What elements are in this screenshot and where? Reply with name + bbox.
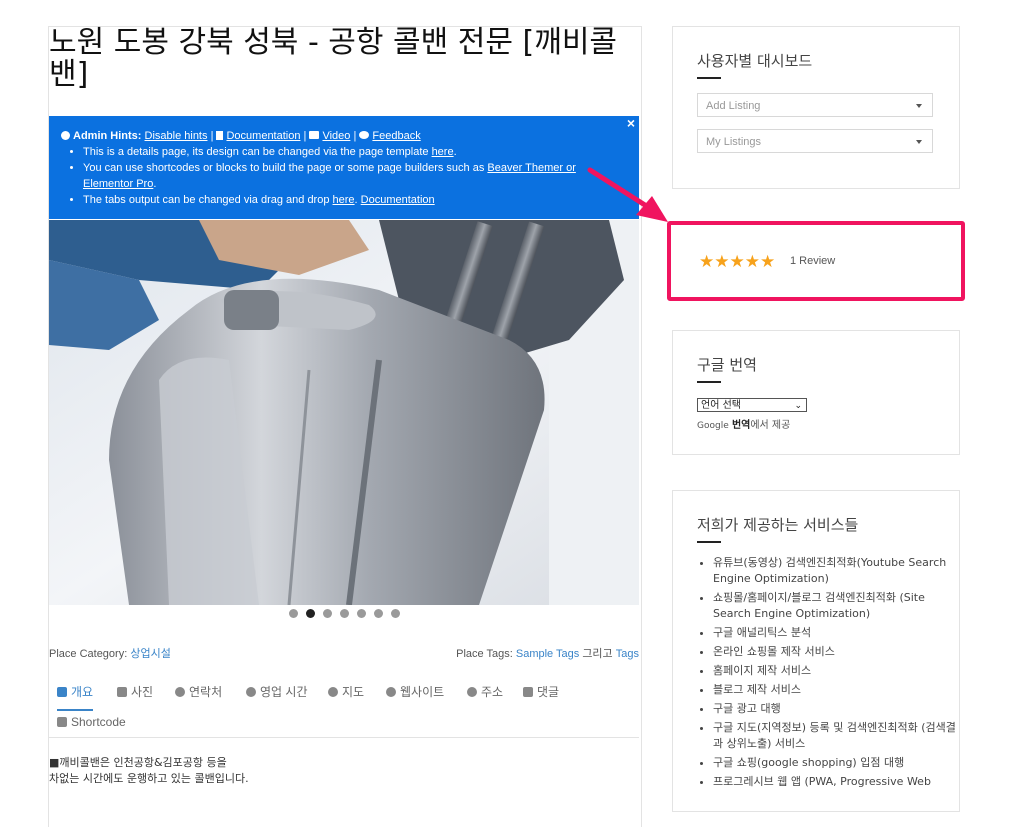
video-link[interactable]: Video [322,130,350,142]
slider-dot[interactable] [373,609,383,618]
slider-dot[interactable] [356,609,366,618]
slider-dots [49,608,639,618]
list-item: 구글 애널리틱스 분석 [713,625,963,641]
category-link[interactable]: 상업시설 [130,648,170,660]
hint-item: The tabs output can be changed via drag … [83,192,603,208]
description-line: ■깨비콜밴은 인천공항&김포공항 등을 [49,756,227,769]
star-icon: ★ [760,252,776,272]
hint-item: This is a details page, its design can b… [83,144,603,160]
add-listing-select[interactable]: Add Listing [697,93,933,117]
list-item: 구글 쇼핑(google shopping) 입점 대행 [713,755,963,771]
tab-hours[interactable]: 영업 시간 [246,683,308,709]
comments-icon [523,687,533,697]
listing-description: ■깨비콜밴은 인천공항&김포공항 등을 차없는 시간에도 운행하고 있는 콜밴입… [49,755,639,787]
chevron-down-icon: ⌄ [794,401,802,411]
document-icon [216,131,224,140]
comment-icon [359,131,370,139]
tabs-documentation-link[interactable]: Documentation [361,194,435,206]
place-category: Place Category: 상업시설 [49,648,171,660]
info-icon [61,131,70,140]
listing-photo-slider[interactable] [49,220,639,605]
list-item: 쇼핑몰/홈페이지/블로그 검색엔진최적화 (Site Search Engine… [713,590,963,622]
tab-photos[interactable]: 사진 [117,683,153,709]
widget-title: 구글 번역 [697,356,757,374]
list-item: 구글 지도(지역정보) 등록 및 검색엔진최적화 (검색결과 상위노출) 서비스 [713,720,963,752]
slider-dot[interactable] [288,609,298,618]
list-item: 블로그 제작 서비스 [713,682,963,698]
clock-icon [246,687,256,697]
user-dashboard-widget: 사용자별 대시보드 Add Listing My Listings [672,26,960,189]
google-translate-widget: 구글 번역 언어 선택 ⌄ Google 번역에서 제공 [672,330,960,455]
tabs-divider [49,737,639,738]
widget-title: 사용자별 대시보드 [697,52,813,70]
feedback-link[interactable]: Feedback [372,130,420,142]
caret-down-icon [916,104,922,108]
hints-list: This is a details page, its design can b… [83,144,603,208]
star-icon: ★ [729,252,745,272]
list-item: 홈페이지 제작 서비스 [713,663,963,679]
gear-icon [175,687,185,697]
google-translate-credit: Google 번역에서 제공 [697,420,791,431]
admin-hints-box: Admin Hints: Disable hints | Documentati… [49,115,639,219]
services-list: 유튜브(동영상) 검색엔진최적화(Youtube Search Engine O… [697,555,963,793]
translate-link[interactable]: 번역 [732,420,750,431]
separator: | [210,130,214,142]
tag-link[interactable]: Tags [616,648,639,660]
widget-title-underline [697,541,721,543]
separator: | [353,130,357,142]
tab-shortcode[interactable]: Shortcode [57,713,126,739]
admin-hints-header: Admin Hints: Disable hints | Documentati… [61,128,421,144]
slider-dot[interactable] [322,609,332,618]
tab-map[interactable]: 지도 [328,683,364,709]
caret-down-icon [916,140,922,144]
tab-contact[interactable]: 연락처 [175,683,222,709]
widget-title-underline [697,77,721,79]
gear-icon [386,687,396,697]
separator: | [303,130,307,142]
map-marker-icon [467,687,477,697]
hint-item: You can use shortcodes or blocks to buil… [83,160,603,192]
list-item: 구글 광고 대행 [713,701,963,717]
review-count-link[interactable]: 1 Review [790,255,835,267]
widget-title: 저희가 제공하는 서비스들 [697,516,859,534]
globe-icon [328,687,338,697]
place-tags: Place Tags: Sample Tags 그리고 Tags [456,648,639,660]
services-widget: 저희가 제공하는 서비스들 유튜브(동영상) 검색엔진최적화(Youtube S… [672,490,960,812]
description-line: 차없는 시간에도 운행하고 있는 콜밴입니다. [49,772,249,785]
rating-widget-highlight: ★★★★★ 1 Review [667,221,965,301]
widget-title-underline [697,381,721,383]
rating-stars: ★★★★★ [699,252,775,271]
tag-link[interactable]: Sample Tags [516,648,579,660]
page-title: 노원 도봉 강북 성북 - 공항 콜밴 전문 [깨비콜밴] [49,25,618,92]
tab-comments[interactable]: 댓글 [523,683,559,709]
slider-dot[interactable] [390,609,400,618]
listing-main: 노원 도봉 강북 성북 - 공항 콜밴 전문 [깨비콜밴] Admin Hint… [48,26,642,827]
home-icon [57,687,67,697]
language-select[interactable]: 언어 선택 ⌄ [697,398,807,412]
tab-website[interactable]: 웹사이트 [386,683,444,709]
template-here-link[interactable]: here [432,146,454,158]
google-logo: Google [697,421,729,431]
tabs-here-link[interactable]: here [333,194,355,206]
tab-address[interactable]: 주소 [467,683,503,709]
slider-dot[interactable] [339,609,349,618]
sitemap-icon [57,717,67,727]
list-item: 프로그레시브 웹 앱 (PWA, Progressive Web [713,774,963,790]
my-listings-select[interactable]: My Listings [697,129,933,153]
image-icon [117,687,127,697]
suitcase-photo [49,220,639,605]
close-hints-button[interactable]: × [627,115,635,131]
documentation-link[interactable]: Documentation [226,130,300,142]
slider-dot-active[interactable] [305,609,315,618]
list-item: 온라인 쇼핑몰 제작 서비스 [713,644,963,660]
admin-hints-label: Admin Hints: [73,130,142,142]
star-icon: ★ [744,252,760,272]
tab-overview[interactable]: 개요 [57,683,94,711]
star-icon: ★ [699,252,715,272]
list-item: 유튜브(동영상) 검색엔진최적화(Youtube Search Engine O… [713,555,963,587]
video-icon [309,131,320,139]
star-icon: ★ [714,252,730,272]
disable-hints-link[interactable]: Disable hints [145,130,208,142]
